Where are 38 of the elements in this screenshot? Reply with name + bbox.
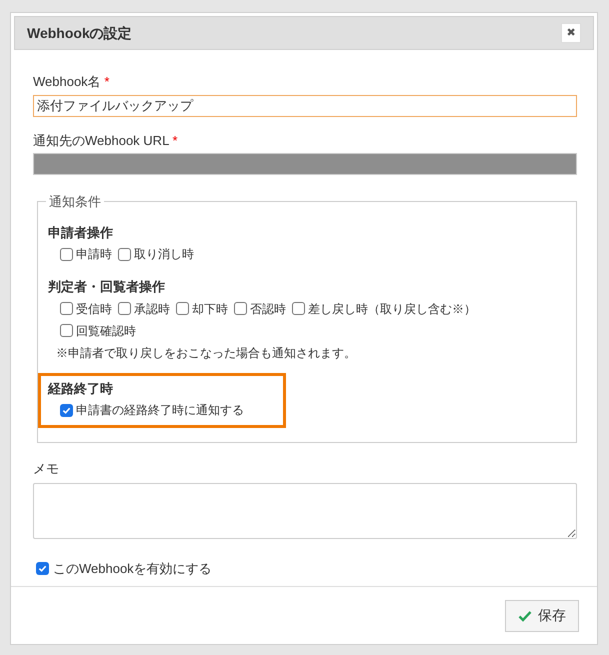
checkbox[interactable] (118, 248, 131, 260)
field-label: メモ (33, 460, 60, 478)
checkbox[interactable] (60, 248, 73, 260)
required-mark: * (172, 132, 178, 148)
field-label: 通知先のWebhook URL (33, 132, 169, 148)
checkbox[interactable] (292, 302, 305, 315)
checkbox[interactable] (118, 302, 131, 315)
field-label: Webhook名 (33, 74, 101, 89)
close-button[interactable]: ✖ (561, 23, 581, 43)
checkbox-label: 申請書の経路終了時に通知する (76, 402, 244, 419)
checkbox-label: 承認時 (134, 300, 170, 318)
checkbox[interactable] (60, 404, 73, 416)
checkmark-icon (62, 406, 71, 414)
note-text: ※申請者で取り戻しをおこなった場合も通知されます。 (55, 344, 357, 362)
checkbox-label: 却下時 (192, 300, 228, 318)
fieldset-legend: 通知条件 (46, 192, 104, 212)
checkbox-label: このWebhookを有効にする (53, 560, 212, 578)
checkbox[interactable] (60, 302, 73, 315)
group-title: 判定者・回覧者操作 (48, 278, 166, 296)
name-input[interactable]: 添付ファイルバックアップ (33, 94, 577, 116)
checkbox[interactable] (234, 302, 247, 315)
checkbox-label: 申請時 (76, 246, 112, 263)
checkbox[interactable] (176, 302, 189, 315)
checkbox-label: 取り消し時 (134, 246, 194, 263)
checkbox-label: 受信時 (76, 300, 112, 318)
checkbox[interactable] (36, 562, 49, 575)
checkbox-label: 否認時 (250, 300, 286, 318)
checkbox[interactable] (60, 324, 73, 337)
save-button[interactable]: 保存 (505, 600, 579, 632)
checkbox-label: 差し戻し時（取り戻し含む※） (308, 300, 476, 318)
url-input[interactable] (33, 153, 577, 175)
group-title: 経路終了時 (48, 380, 114, 398)
dialog-title: Webhookの設定 (27, 24, 132, 42)
group-title: 申請者操作 (48, 224, 114, 242)
required-mark: * (104, 74, 110, 89)
checkmark-icon (518, 610, 532, 622)
checkmark-icon (38, 564, 47, 573)
checkbox-label: 回覧確認時 (76, 322, 136, 340)
